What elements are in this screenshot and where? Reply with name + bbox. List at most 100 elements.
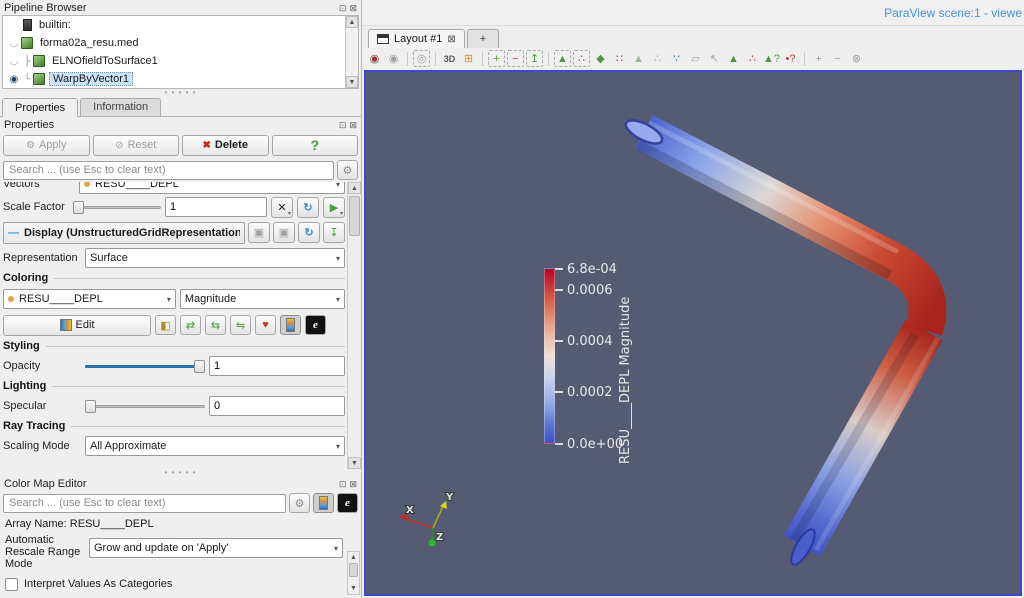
selection-toggle-button[interactable]: ↥	[526, 50, 543, 67]
pipeline-item-label[interactable]: WarpByVector1	[49, 72, 134, 86]
select-points-through-button[interactable]: ∷	[611, 50, 628, 67]
edit-color-map-button[interactable]: e	[305, 315, 326, 335]
select-cells-through-button[interactable]: ◆	[592, 50, 609, 67]
paste-display-button[interactable]: ▣	[273, 222, 295, 243]
float-panel-icon[interactable]: ⊡	[339, 479, 347, 489]
pipeline-item-label[interactable]: ELNOfieldToSurface1	[49, 55, 161, 67]
animate-button[interactable]: ▶ ▾	[323, 196, 345, 218]
show-color-legend-toggle[interactable]	[280, 315, 301, 335]
rescale-data-range-button[interactable]: ⇄	[180, 315, 201, 335]
pick-point-button[interactable]: ↖	[706, 50, 723, 67]
slider-handle[interactable]	[73, 201, 84, 214]
specular-slider[interactable]	[85, 399, 205, 413]
rescale-custom-button[interactable]: ⇋	[230, 315, 251, 335]
interpret-categories-checkbox[interactable]	[5, 577, 18, 591]
tree-row-filter2-selected[interactable]: ◉ └ WarpByVector1	[3, 70, 358, 88]
scroll-down-icon[interactable]: ▼	[350, 583, 357, 594]
properties-search-input[interactable]	[3, 160, 334, 180]
tab-information[interactable]: Information	[80, 98, 162, 116]
visibility-eye-icon[interactable]: ◡	[7, 56, 21, 67]
show-color-legend-toggle[interactable]	[313, 493, 334, 513]
scroll-up-icon[interactable]: ▲	[346, 16, 358, 28]
properties-scrollbar[interactable]: ▲ ▼	[347, 182, 361, 469]
reset-button[interactable]: ⊘ Reset	[92, 134, 179, 156]
opacity-input[interactable]	[209, 356, 345, 376]
scale-factor-slider[interactable]	[73, 200, 161, 214]
scrollbar-thumb[interactable]	[349, 196, 360, 236]
selection-add-button[interactable]: +	[488, 50, 505, 67]
shrink-selection-button[interactable]: −	[829, 50, 846, 67]
close-panel-icon[interactable]: ⊠	[349, 479, 357, 489]
close-panel-icon[interactable]: ⊠	[349, 120, 357, 130]
tab-layout-1[interactable]: Layout #1 ⊠	[368, 29, 465, 48]
display-section-toggle[interactable]: — Display (UnstructuredGridRepresentatio…	[3, 221, 245, 244]
pipeline-item-label[interactable]: builtin:	[36, 19, 74, 31]
help-button[interactable]: ?	[271, 134, 358, 156]
slider-handle[interactable]	[85, 400, 96, 413]
scale-factor-input[interactable]	[165, 197, 267, 217]
opacity-slider[interactable]	[85, 359, 205, 373]
tab-properties[interactable]: Properties	[2, 98, 79, 117]
scroll-up-icon[interactable]: ▲	[348, 182, 361, 194]
edit-color-map-button[interactable]: e	[337, 493, 358, 513]
close-panel-icon[interactable]: ⊠	[349, 3, 357, 13]
visibility-eye-icon[interactable]: ◡	[7, 38, 21, 49]
slider-handle[interactable]	[194, 360, 205, 373]
clear-scale-button[interactable]: ✕ ▾	[271, 196, 293, 218]
rescale-over-time-button[interactable]: ⇆	[205, 315, 226, 335]
vectors-combobox[interactable]: RESU____DEPL ▾	[79, 182, 345, 194]
query-select-cells-button[interactable]: ▲	[725, 50, 742, 67]
apply-button[interactable]: ⚙ Apply	[3, 134, 90, 156]
choose-preset-button[interactable]: ♥	[255, 315, 276, 335]
solid-color-button[interactable]: ◧	[155, 315, 176, 335]
scrollbar-thumb[interactable]	[349, 563, 358, 577]
reset-display-button[interactable]: ↻	[298, 222, 320, 243]
interactive-select-points-button[interactable]: ∴	[649, 50, 666, 67]
select-points-query-button[interactable]: •?	[782, 50, 799, 67]
tab-close-icon[interactable]: ⊠	[447, 34, 455, 45]
scroll-up-icon[interactable]: ▲	[350, 552, 357, 563]
scaling-mode-combobox[interactable]: All Approximate ▾	[85, 436, 345, 456]
coloring-array-combobox[interactable]: RESU____DEPL ▾	[3, 289, 176, 309]
float-panel-icon[interactable]: ⊡	[339, 120, 347, 130]
toggle-2d3d-button[interactable]: 3D	[441, 50, 458, 67]
tree-row-filter1[interactable]: ◡ ├ ELNOfieldToSurface1	[3, 52, 358, 70]
zoom-to-data-button[interactable]: ◎	[413, 50, 430, 67]
clear-selection-button[interactable]: ⊗	[848, 50, 865, 67]
tree-row-builtin[interactable]: builtin:	[3, 16, 358, 34]
edit-colormap-button[interactable]: Edit	[3, 314, 151, 336]
search-options-gear-icon[interactable]: ⚙	[337, 160, 358, 180]
query-select-points-button[interactable]: ∴	[744, 50, 761, 67]
reset-camera-button[interactable]: ◉	[366, 50, 383, 67]
select-points-on-button[interactable]: ∴	[573, 50, 590, 67]
color-legend[interactable]: 6.8e-04 0.0006 0.0004 0.0002 0.0e+00 RES…	[544, 262, 664, 464]
float-panel-icon[interactable]: ⊡	[339, 3, 347, 13]
hover-points-button[interactable]: ∵	[668, 50, 685, 67]
new-layout-tab-button[interactable]: +	[466, 29, 500, 48]
reset-camera-closest-button[interactable]: ◉	[385, 50, 402, 67]
dock-splitter[interactable]: • • • • •	[0, 468, 361, 477]
scroll-down-icon[interactable]: ▼	[346, 76, 358, 88]
rescale-mode-combobox[interactable]: Grow and update on 'Apply' ▾	[89, 538, 343, 558]
reset-range-button[interactable]: ↻	[297, 196, 319, 218]
dock-splitter[interactable]: • • • • •	[0, 88, 361, 97]
cme-search-input[interactable]	[3, 493, 286, 513]
delete-button[interactable]: ✖ Delete	[182, 134, 269, 156]
tree-row-source[interactable]: ◡ forma02a_resu.med	[3, 34, 358, 52]
cme-scrollbar[interactable]: ▲ ▼	[347, 551, 360, 595]
specular-input[interactable]	[209, 396, 345, 416]
selection-subtract-button[interactable]: −	[507, 50, 524, 67]
select-block-button[interactable]: ▱	[687, 50, 704, 67]
scroll-down-icon[interactable]: ▼	[348, 457, 361, 469]
visibility-eye-icon[interactable]: ◉	[7, 74, 21, 85]
copy-display-button[interactable]: ▣	[248, 222, 270, 243]
pipeline-tree-scrollbar[interactable]: ▲ ▼	[345, 16, 358, 88]
representation-combobox[interactable]: Surface ▾	[85, 248, 345, 268]
select-cells-on-button[interactable]: ▲	[554, 50, 571, 67]
coloring-component-combobox[interactable]: Magnitude ▾	[179, 289, 345, 309]
save-defaults-button[interactable]: ↧	[323, 222, 345, 243]
select-cells-query-button[interactable]: ▲?	[763, 50, 780, 67]
render-view-canvas[interactable]: X Y Z 6.8e-04 0.0006 0.0004 0.0002 0.0e+…	[364, 70, 1022, 596]
grow-selection-button[interactable]: +	[810, 50, 827, 67]
search-options-gear-icon[interactable]: ⚙	[289, 493, 310, 513]
